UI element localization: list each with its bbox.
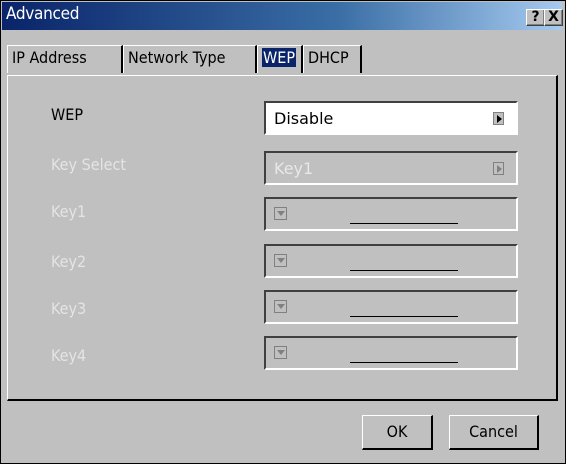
wep-value: Disable [274, 109, 334, 128]
key2-field [264, 244, 518, 278]
wep-panel: WEP Disable Key Select Key1 Key1 Key2 Ke… [7, 75, 558, 401]
cancel-button[interactable]: Cancel [449, 415, 539, 450]
wep-selector[interactable]: Disable [264, 101, 518, 135]
tab-dhcp[interactable]: DHCP [303, 45, 362, 73]
tab-wep[interactable]: WEP [257, 45, 303, 73]
tab-label: IP Address [12, 48, 87, 67]
triangle-down-icon [274, 300, 287, 313]
tab-label: DHCP [308, 48, 349, 67]
key4-field [264, 336, 518, 370]
triangle-right-icon [493, 162, 504, 175]
key2-input-line [350, 270, 458, 271]
key1-input-line [350, 223, 458, 224]
window-title: Advanced [6, 4, 80, 24]
key-select-label: Key Select [51, 155, 126, 174]
key1-label: Key1 [51, 202, 87, 221]
close-button[interactable]: X [544, 9, 563, 26]
key3-field [264, 290, 518, 324]
triangle-right-icon[interactable] [493, 112, 504, 125]
ok-button[interactable]: OK [362, 415, 433, 450]
tab-label: Network Type [128, 48, 226, 67]
key3-label: Key3 [51, 299, 87, 318]
tab-label: WEP [262, 48, 297, 67]
key-select-value: Key1 [274, 159, 314, 178]
title-bar[interactable]: Advanced ? X [2, 2, 563, 30]
wep-label: WEP [51, 105, 84, 124]
close-icon: X [548, 9, 559, 25]
triangle-down-icon [274, 254, 287, 267]
advanced-dialog: Advanced ? X IP Address Network Type WEP… [0, 0, 566, 464]
key4-label: Key4 [51, 346, 87, 365]
tab-network-type[interactable]: Network Type [123, 45, 257, 73]
key-select-selector: Key1 [264, 151, 518, 185]
key1-field [264, 197, 518, 231]
key2-label: Key2 [51, 252, 87, 271]
tab-ip-address[interactable]: IP Address [7, 45, 123, 73]
triangle-down-icon [274, 346, 287, 359]
key4-input-line [350, 362, 458, 363]
help-button[interactable]: ? [526, 9, 545, 26]
key3-input-line [350, 316, 458, 317]
help-icon: ? [531, 9, 540, 25]
triangle-down-icon [274, 207, 287, 220]
